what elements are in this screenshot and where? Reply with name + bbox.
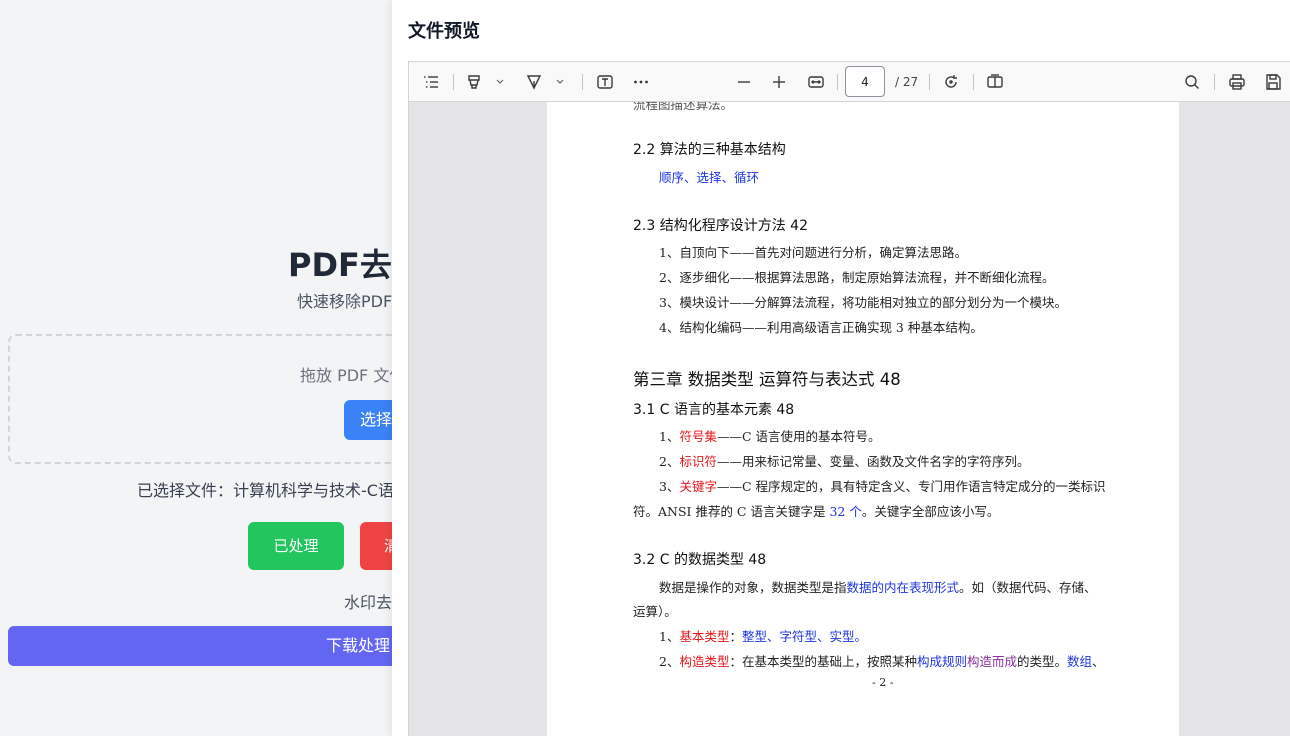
list-item: 1、自顶向下——首先对问题进行分析，确定算法思路。 <box>659 245 967 260</box>
more-icon[interactable] <box>629 70 653 94</box>
list-item: 2、构造类型：在基本类型的基础上，按照某种构成规则构造而成的类型。数组、 <box>659 654 1105 669</box>
list-item: 1、基本类型：整型、字符型、实型。 <box>659 629 867 644</box>
list-item: 1、符号集——C 语言使用的基本符号。 <box>659 429 881 444</box>
page-number-input[interactable]: 4 <box>845 66 885 97</box>
section-heading: 3.1 C 语言的基本元素 48 <box>633 402 795 418</box>
processed-button[interactable]: 已处理 <box>248 522 344 570</box>
modal-title: 文件预览 <box>408 21 480 42</box>
list-item: 3、模块设计——分解算法流程，将功能相对独立的部分划分为一个模块。 <box>659 295 1067 310</box>
zoom-in-icon[interactable] <box>767 70 791 94</box>
print-icon[interactable] <box>1225 70 1249 94</box>
highlight-pen-icon[interactable] <box>462 70 486 94</box>
text-box-icon[interactable] <box>593 70 617 94</box>
list-item: 4、结构化编码——利用高级语言正确实现 3 种基本结构。 <box>659 320 983 335</box>
save-icon[interactable] <box>1261 70 1285 94</box>
search-icon[interactable] <box>1180 70 1204 94</box>
section-heading: 2.3 结构化程序设计方法 42 <box>633 218 808 234</box>
watermark-status: 水印去 <box>344 593 393 612</box>
page-text-line: 顺序、选择、循环 <box>659 170 760 185</box>
chevron-down-icon[interactable] <box>494 74 506 90</box>
section-heading: 3.2 C 的数据类型 48 <box>633 552 767 568</box>
pdf-scroll-area[interactable]: 流程图描述算法。 2.2 算法的三种基本结构 顺序、选择、循环 2.3 结构化程… <box>409 102 1290 736</box>
two-page-icon[interactable] <box>983 70 1007 94</box>
dropzone-text: 拖放 PDF 文件 <box>300 366 406 385</box>
list-item: 2、标识符——用来标记常量、变量、函数及文件名字的字符序列。 <box>659 454 1030 469</box>
page-text-line: 数据是操作的对象，数据类型是指数据的内在表现形式。如（数据代码、存储、 <box>659 580 1097 595</box>
page-total: / 27 <box>895 75 919 89</box>
zoom-out-icon[interactable] <box>732 70 756 94</box>
page-text-line: 运算）。 <box>633 604 677 619</box>
section-heading: 2.2 算法的三种基本结构 <box>633 142 786 158</box>
selected-file-label: 已选择文件：计算机科学与技术-C语 <box>137 481 394 500</box>
sidebar-toggle-icon[interactable] <box>419 70 443 94</box>
pdf-viewer: 4 / 27 流程图描述算法。 2.2 算法的三种基本结构 顺序、选择、循环 2… <box>408 61 1290 736</box>
pdf-toolbar: 4 / 27 <box>409 62 1290 102</box>
pdf-page: 流程图描述算法。 2.2 算法的三种基本结构 顺序、选择、循环 2.3 结构化程… <box>547 102 1179 736</box>
app-subtitle: 快速移除PDF <box>297 292 393 311</box>
list-item: 3、关键字——C 程序规定的，具有特定含义、专门用作语言特定成分的一类标识 <box>659 479 1106 494</box>
rotate-icon[interactable] <box>939 70 963 94</box>
page-footer: - 2 - <box>872 676 894 689</box>
page-text-line: 流程图描述算法。 <box>633 102 734 112</box>
fit-page-icon[interactable] <box>804 70 828 94</box>
ink-pen-icon[interactable] <box>522 70 546 94</box>
preview-modal: 文件预览 4 / 27 流程图描述算法。 2.2 算法的三种基本结构 顺序、选择… <box>392 0 1290 736</box>
list-item: 2、逐步细化——根据算法思路，制定原始算法流程，并不断细化流程。 <box>659 270 1055 285</box>
chevron-down-icon[interactable] <box>554 74 566 90</box>
chapter-heading: 第三章 数据类型 运算符与表达式 48 <box>633 370 901 389</box>
page-text-line: 符。ANSI 推荐的 C 语言关键字是 32 个。关键字全部应该小写。 <box>633 504 1000 519</box>
